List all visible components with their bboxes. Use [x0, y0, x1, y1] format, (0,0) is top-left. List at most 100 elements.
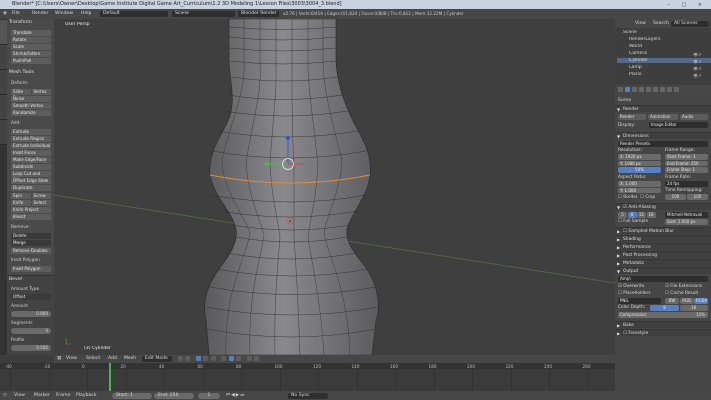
profile-field[interactable]: 0.500	[11, 345, 51, 351]
inset-polygon-button[interactable]: Inset Polygon	[11, 266, 51, 272]
outliner[interactable]: View Search All Scenes Scene RenderLayer…	[615, 19, 711, 85]
sampled-motion-blur-panel-header[interactable]: ▶ ☐ Sampled Motion Blur	[615, 227, 711, 234]
outliner-visibility-icons[interactable]: 👁↗ 👁↗ 👁↗ 👁↗	[693, 51, 709, 79]
timeline-menu-view[interactable]: View	[14, 391, 25, 400]
transform-header[interactable]: Transform	[9, 20, 32, 25]
extrude-button[interactable]: Extrude	[11, 129, 51, 135]
playback-controls-icon[interactable]: ⏮◀▶⏭	[226, 391, 245, 400]
texture-tab-icon[interactable]	[674, 87, 679, 92]
resolution-x-field[interactable]: X: 1920 px	[618, 154, 661, 160]
cylinder-mesh[interactable]	[204, 19, 379, 355]
pivot-point-icon[interactable]	[185, 356, 191, 361]
metadata-panel-header[interactable]: ▶ Metadata	[615, 259, 711, 266]
manipulator-translate-icon[interactable]	[195, 356, 201, 361]
timeline-menu-marker[interactable]: Marker	[34, 391, 50, 400]
screw-button[interactable]: Screw	[31, 193, 51, 199]
timeline-menu-frame[interactable]: Frame	[56, 391, 70, 400]
loop-cut-slide-button[interactable]: Loop Cut and Slide	[11, 171, 51, 182]
outliner-menu-search[interactable]: Search	[653, 19, 669, 28]
shading-panel-header[interactable]: ▶ Shading	[615, 235, 711, 242]
merge-dropdown[interactable]: Merge	[11, 240, 51, 246]
menu-file[interactable]: File	[12, 9, 20, 19]
outliner-item-renderlayers[interactable]: RenderLayers	[629, 37, 661, 42]
shrink-fatten-button[interactable]: Shrink/Fatten	[11, 51, 51, 57]
output-panel-header[interactable]: ▼ Output	[615, 267, 711, 274]
render-tab-icon[interactable]	[618, 87, 623, 92]
resolution-y-field[interactable]: Y: 1080 px	[618, 160, 661, 166]
knife-select-button[interactable]: Select	[31, 200, 51, 206]
audio-button[interactable]: Audio	[680, 114, 708, 120]
dimensions-panel-header[interactable]: ▼ Dimensions	[615, 132, 711, 139]
extrude-region-button[interactable]: Extrude Region	[11, 136, 51, 142]
timeline-editor[interactable]: -40 -20 0 20 40 60 80 100 120 140 160 180 200 220 240 2…	[0, 363, 615, 391]
tab-options[interactable]	[0, 95, 7, 120]
face-select-icon[interactable]	[236, 356, 242, 361]
amount-field[interactable]: 0.069	[11, 311, 51, 317]
tab-grease-pencil[interactable]	[0, 120, 7, 145]
rotate-button[interactable]: Rotate	[11, 37, 51, 43]
extrude-individual-button[interactable]: Extrude Individual	[11, 143, 51, 149]
aspect-y-field[interactable]: Y: 1.000	[618, 187, 661, 193]
full-sample-checkbox[interactable]: ☐ Full Sample	[618, 219, 648, 224]
timeline-menu-playback[interactable]: Playback	[76, 391, 97, 400]
end-frame-field[interactable]: End: 250	[154, 392, 194, 399]
proportional-edit-icon[interactable]	[246, 356, 252, 361]
shading-mode-icon[interactable]	[178, 356, 183, 361]
render-button[interactable]: Render	[618, 114, 646, 120]
outliner-item-camera[interactable]: Camera	[629, 51, 647, 56]
anti-aliasing-panel-header[interactable]: ▼ ☑ Anti-Aliasing	[615, 203, 711, 210]
layout-selector[interactable]: Default	[100, 11, 168, 17]
bevel-header[interactable]: Bevel	[9, 277, 22, 282]
blender-menu-icon[interactable]: ◉	[3, 9, 7, 19]
start-frame-field[interactable]: Start: 1	[112, 392, 152, 399]
performance-panel-header[interactable]: ▶ Performance	[615, 243, 711, 250]
aa-filter-dropdown[interactable]: Mitchell-Netravali	[665, 212, 708, 218]
window-controls[interactable]: – □ ×	[667, 1, 707, 9]
color-mode-rgb[interactable]: RGB	[679, 298, 694, 304]
tab-shading-uvs[interactable]	[0, 70, 7, 95]
subdivide-button[interactable]: Subdivide	[11, 164, 51, 170]
offset-edge-slide-button[interactable]: Offset Edge Slide	[11, 178, 51, 184]
properties-context-tabs[interactable]	[615, 85, 711, 94]
border-checkbox[interactable]: ☐ Border	[618, 195, 638, 200]
delete-dropdown[interactable]: Delete	[11, 233, 51, 239]
frame-rate-dropdown[interactable]: 24 fps	[665, 181, 708, 187]
post-processing-panel-header[interactable]: ▶ Post Processing	[615, 251, 711, 258]
aa-level-5[interactable]: 5	[618, 212, 627, 218]
data-tab-icon[interactable]	[660, 87, 665, 92]
timeline-editor-icon[interactable]: ◷	[3, 391, 7, 400]
output-path-field[interactable]: /tmp\	[618, 276, 708, 282]
object-tab-icon[interactable]	[646, 87, 651, 92]
translate-button[interactable]: Translate	[11, 30, 51, 36]
aa-size-field[interactable]: Size: 1.000 px	[665, 219, 708, 225]
outliner-display-mode[interactable]: All Scenes	[671, 20, 709, 27]
noise-button[interactable]: Noise	[11, 96, 51, 102]
outliner-item-lamp[interactable]: Lamp	[629, 65, 642, 70]
viewport-scene[interactable]	[54, 19, 615, 355]
scene-tab-icon[interactable]	[632, 87, 637, 92]
current-frame-marker[interactable]	[109, 363, 111, 391]
world-tab-icon[interactable]	[639, 87, 644, 92]
tab-tools[interactable]	[0, 20, 7, 45]
freestyle-panel-header[interactable]: ▶ ☐ Freestyle	[615, 329, 711, 336]
display-dropdown[interactable]: Image Editor	[649, 122, 708, 128]
color-mode-bw[interactable]: BW	[665, 298, 679, 304]
remove-doubles-button[interactable]: Remove Doubles	[11, 248, 51, 254]
render-panel-header[interactable]: ▼ Render	[615, 105, 711, 112]
menu-help[interactable]: Help	[81, 9, 91, 19]
cache-result-checkbox[interactable]: ☐ Cache Result	[665, 291, 698, 296]
color-mode-rgba[interactable]: RGBA	[694, 298, 708, 304]
edge-select-icon[interactable]	[228, 356, 234, 361]
modifiers-tab-icon[interactable]	[653, 87, 658, 92]
slide-vertex-button[interactable]: Vertex	[31, 89, 51, 95]
start-frame-property[interactable]: Start Frame: 1	[665, 154, 708, 160]
tab-create[interactable]	[0, 45, 7, 70]
viewport-header-tools[interactable]	[178, 356, 408, 362]
resolution-percentage-slider[interactable]: 50%	[618, 167, 661, 173]
viewport-menu-mesh[interactable]: Mesh	[124, 355, 136, 363]
manipulator-rotate-icon[interactable]	[203, 356, 209, 361]
viewport-menu-view[interactable]: View	[66, 355, 77, 363]
file-format-dropdown[interactable]: PNG	[618, 298, 661, 304]
animation-button[interactable]: Animation	[648, 114, 678, 120]
randomize-button[interactable]: Randomize	[11, 110, 51, 116]
